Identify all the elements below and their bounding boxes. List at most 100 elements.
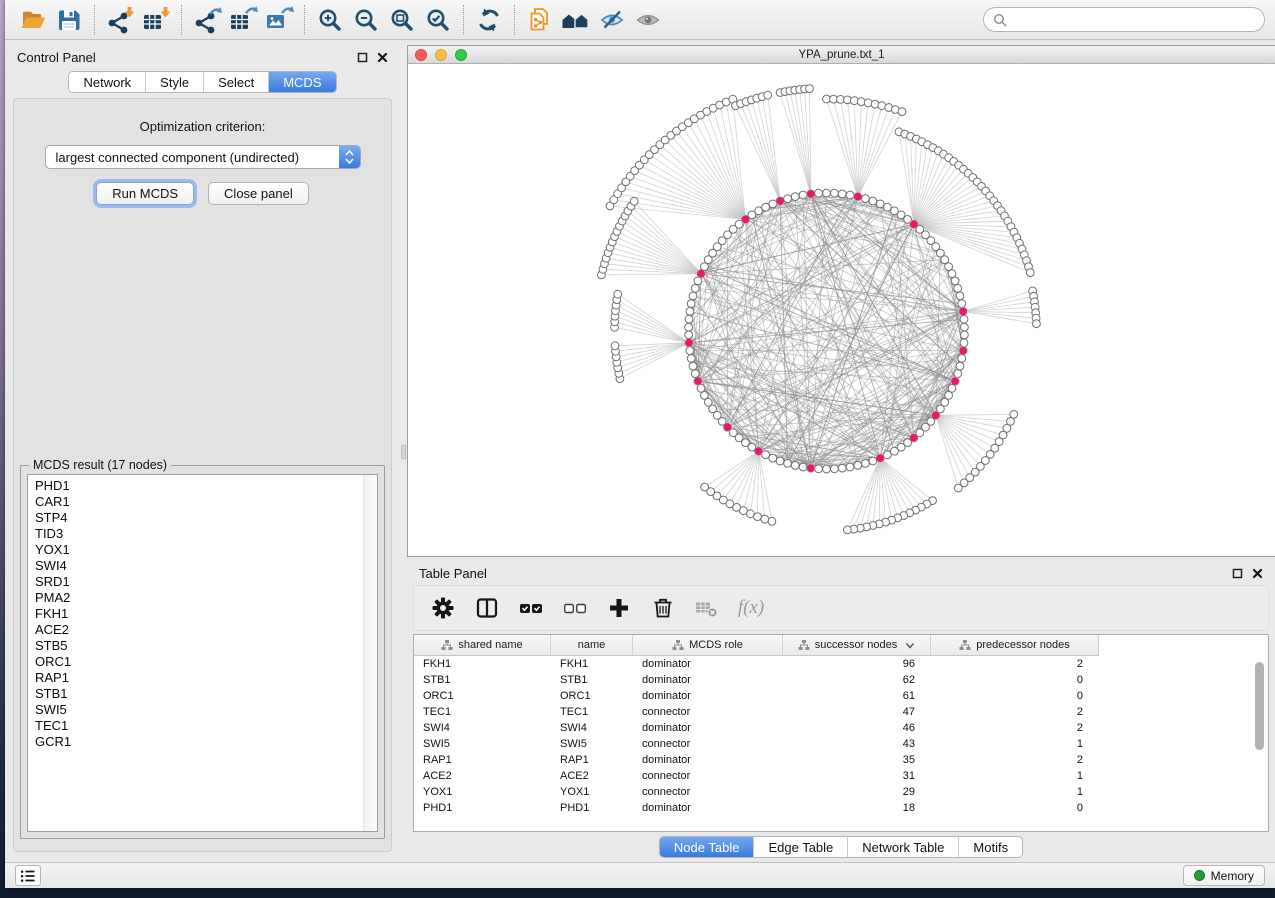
network-node[interactable] xyxy=(689,292,697,300)
close-panel-button[interactable]: Close panel xyxy=(208,182,309,205)
tab-select[interactable]: Select xyxy=(203,72,268,92)
network-node[interactable] xyxy=(791,193,799,201)
memory-button[interactable]: Memory xyxy=(1183,865,1265,886)
mcds-result-item[interactable]: SWI5 xyxy=(35,702,363,718)
table-tab-network-table[interactable]: Network Table xyxy=(847,837,958,857)
network-node[interactable] xyxy=(768,517,776,525)
network-node[interactable] xyxy=(687,300,695,308)
network-node[interactable] xyxy=(799,463,807,471)
mcds-result-item[interactable]: STP4 xyxy=(35,510,363,526)
window-minimize-button[interactable] xyxy=(435,49,447,61)
network-node[interactable] xyxy=(838,464,846,472)
network-node[interactable] xyxy=(869,197,877,205)
network-hub-node[interactable] xyxy=(959,307,968,316)
export-table-button[interactable] xyxy=(225,4,261,36)
network-node[interactable] xyxy=(686,347,694,355)
table-row[interactable]: PHD1PHD1dominator180 xyxy=(414,800,1268,816)
search-input[interactable] xyxy=(1013,13,1255,27)
network-node[interactable] xyxy=(764,91,772,99)
network-node[interactable] xyxy=(958,300,966,308)
hide-selected-button[interactable] xyxy=(594,4,630,36)
network-window-titlebar[interactable]: YPA_prune.txt_1 xyxy=(408,46,1275,64)
network-node[interactable] xyxy=(791,462,799,470)
zoom-selected-button[interactable] xyxy=(420,4,456,36)
network-node[interactable] xyxy=(815,189,823,197)
run-mcds-button[interactable]: Run MCDS xyxy=(96,182,194,205)
network-hub-node[interactable] xyxy=(807,190,816,199)
network-node[interactable] xyxy=(691,285,699,293)
column-header-name[interactable]: name xyxy=(551,635,633,656)
network-node[interactable] xyxy=(762,203,770,211)
mcds-result-item[interactable]: TID3 xyxy=(35,526,363,542)
mcds-result-item[interactable]: ACE2 xyxy=(35,622,363,638)
network-node[interactable] xyxy=(784,195,792,203)
delete-button[interactable] xyxy=(646,591,680,625)
mcds-result-item[interactable]: SWI4 xyxy=(35,558,363,574)
mcds-result-item[interactable]: GCR1 xyxy=(35,734,363,750)
network-node[interactable] xyxy=(614,290,622,298)
add-row-button[interactable] xyxy=(602,591,636,625)
network-node[interactable] xyxy=(846,191,854,199)
network-node[interactable] xyxy=(898,108,906,116)
import-network-button[interactable] xyxy=(102,4,138,36)
first-neighbors-button[interactable] xyxy=(558,4,594,36)
network-node[interactable] xyxy=(954,370,962,378)
network-node[interactable] xyxy=(611,342,619,350)
network-node[interactable] xyxy=(956,362,964,370)
splitter-grip[interactable] xyxy=(401,445,406,459)
network-node[interactable] xyxy=(956,292,964,300)
network-hub-node[interactable] xyxy=(959,346,968,355)
network-node[interactable] xyxy=(686,308,694,316)
mcds-result-item[interactable]: PHD1 xyxy=(35,478,363,494)
network-node[interactable] xyxy=(815,465,823,473)
deselect-all-button[interactable] xyxy=(558,591,592,625)
mcds-result-item[interactable]: SRD1 xyxy=(35,574,363,590)
open-file-button[interactable] xyxy=(15,4,51,36)
table-row[interactable]: SWI4SWI4dominator462 xyxy=(414,720,1268,736)
float-panel-icon[interactable] xyxy=(1232,568,1243,579)
network-node[interactable] xyxy=(958,355,966,363)
tab-network[interactable]: Network xyxy=(69,72,145,92)
show-panels-button[interactable] xyxy=(15,865,41,886)
tab-style[interactable]: Style xyxy=(145,72,203,92)
network-node[interactable] xyxy=(862,195,870,203)
criterion-dropdown[interactable]: largest connected component (undirected) xyxy=(45,145,361,169)
window-maximize-button[interactable] xyxy=(455,49,467,61)
network-node[interactable] xyxy=(701,483,709,491)
network-node[interactable] xyxy=(945,263,953,271)
table-row[interactable]: TEC1TEC1connector472 xyxy=(414,704,1268,720)
table-row[interactable]: FKH1FKH1dominator962 xyxy=(414,656,1268,672)
table-row[interactable]: STB1STB1dominator620 xyxy=(414,672,1268,688)
network-node[interactable] xyxy=(799,191,807,199)
network-node[interactable] xyxy=(960,339,968,347)
network-node[interactable] xyxy=(954,484,962,492)
float-panel-icon[interactable] xyxy=(357,52,368,63)
mcds-result-item[interactable]: STB5 xyxy=(35,638,363,654)
mcds-result-item[interactable]: CAR1 xyxy=(35,494,363,510)
network-node[interactable] xyxy=(689,362,697,370)
network-node[interactable] xyxy=(960,315,968,323)
table-row[interactable]: RAP1RAP1dominator352 xyxy=(414,752,1268,768)
network-node[interactable] xyxy=(1026,269,1034,277)
network-node[interactable] xyxy=(844,526,852,534)
network-node[interactable] xyxy=(761,515,769,523)
table-row[interactable]: YOX1YOX1connector291 xyxy=(414,784,1268,800)
zoom-in-button[interactable] xyxy=(312,4,348,36)
network-node[interactable] xyxy=(691,370,699,378)
window-close-button[interactable] xyxy=(415,49,427,61)
network-hub-node[interactable] xyxy=(854,192,863,201)
network-node[interactable] xyxy=(784,460,792,468)
network-node[interactable] xyxy=(823,189,831,197)
tab-mcds[interactable]: MCDS xyxy=(268,72,335,92)
column-header-shared-name[interactable]: shared name xyxy=(414,635,551,656)
column-header-mcds-role[interactable]: MCDS role xyxy=(633,635,783,656)
table-scrollbar[interactable] xyxy=(1254,658,1266,828)
network-canvas[interactable] xyxy=(408,64,1275,556)
network-node[interactable] xyxy=(876,200,884,208)
mcds-result-item[interactable]: FKH1 xyxy=(35,606,363,622)
export-image-button[interactable] xyxy=(261,4,297,36)
import-table-button[interactable] xyxy=(138,4,174,36)
table-tab-edge-table[interactable]: Edge Table xyxy=(753,837,847,857)
network-hub-node[interactable] xyxy=(807,464,816,473)
table-row[interactable]: ORC1ORC1dominator610 xyxy=(414,688,1268,704)
